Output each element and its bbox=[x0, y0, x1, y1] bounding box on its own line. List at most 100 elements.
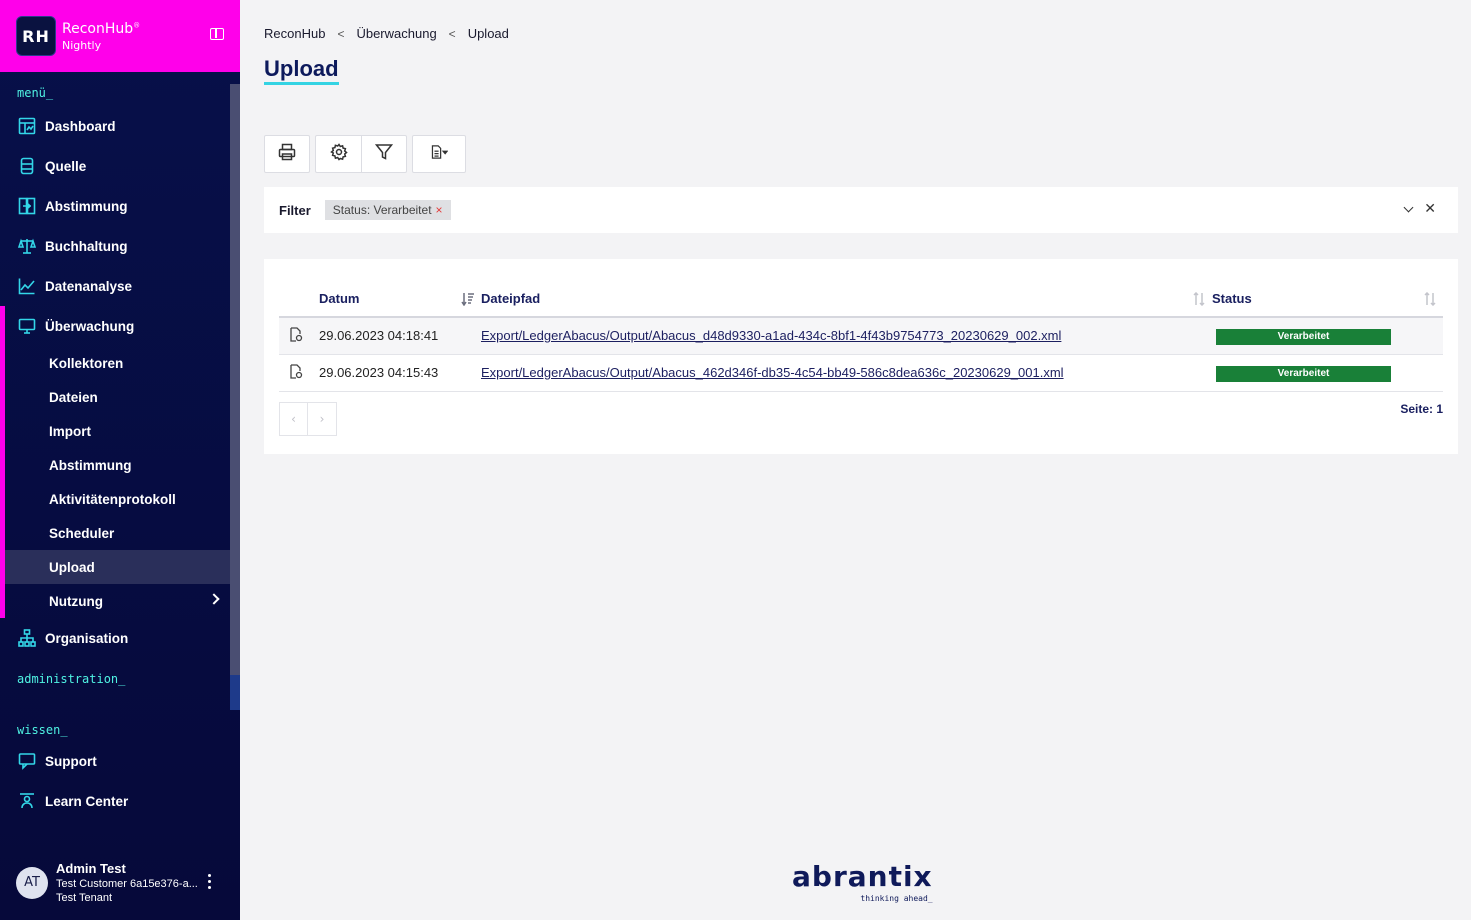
breadcrumb-item-reconhub[interactable]: ReconHub bbox=[264, 26, 325, 41]
sidebar-item-label: Organisation bbox=[45, 630, 129, 646]
sort-desc-icon[interactable] bbox=[461, 292, 475, 307]
sidebar: RH ReconHub® Nightly menü_ Dashboard Que… bbox=[0, 0, 240, 920]
sidebar-item-label: Learn Center bbox=[45, 793, 129, 809]
brand-logo[interactable]: RH bbox=[16, 16, 56, 56]
section-label-wissen: wissen_ bbox=[17, 723, 68, 737]
sidebar-item-abstimmung[interactable]: Abstimmung bbox=[0, 186, 240, 226]
column-label: Datum bbox=[319, 291, 360, 306]
export-document-icon bbox=[430, 143, 449, 165]
chevron-left-icon: < bbox=[448, 26, 456, 41]
sidebar-item-dashboard[interactable]: Dashboard bbox=[0, 106, 240, 146]
user-profile[interactable]: AT Admin Test Test Customer 6a15e376-a..… bbox=[16, 861, 198, 904]
avatar[interactable]: AT bbox=[16, 866, 48, 899]
section-label-administration: administration_ bbox=[17, 672, 126, 686]
filter-tag-label: Status: Verarbeitet bbox=[332, 203, 432, 217]
file-settings-icon[interactable] bbox=[289, 363, 303, 382]
user-name: Admin Test bbox=[56, 861, 126, 876]
sidebar-subitem-upload[interactable]: Upload bbox=[5, 550, 230, 584]
brand-name: ReconHub® bbox=[62, 20, 141, 37]
sidebar-item-quelle[interactable]: Quelle bbox=[0, 146, 240, 186]
sidebar-item-organisation[interactable]: Organisation bbox=[0, 618, 240, 658]
table-row[interactable]: 29.06.2023 04:15:43 Export/LedgerAbacus/… bbox=[279, 354, 1443, 392]
prev-page-button[interactable]: ‹ bbox=[279, 402, 308, 436]
sidebar-subitem-nutzung[interactable]: Nutzung bbox=[5, 584, 240, 618]
section-label-menu: menü_ bbox=[17, 86, 54, 100]
sidebar-group-ueberwachung: Überwachung Kollektoren Dateien Import A… bbox=[0, 306, 240, 618]
sidebar-subitem-abstimmung[interactable]: Abstimmung bbox=[5, 448, 240, 482]
filter-button[interactable] bbox=[361, 135, 407, 173]
reconcile-icon bbox=[17, 196, 37, 216]
sidebar-item-datenanalyse[interactable]: Datenanalyse bbox=[0, 266, 240, 306]
close-icon[interactable]: ✕ bbox=[1424, 201, 1436, 217]
file-settings-icon[interactable] bbox=[289, 327, 303, 345]
upload-table: Datum Dateipfad Status 29.06.2023 04:18:… bbox=[279, 281, 1443, 392]
sort-icon[interactable] bbox=[1192, 291, 1206, 307]
sidebar-subitem-kollektoren[interactable]: Kollektoren bbox=[5, 346, 240, 380]
sidebar-item-label: Datenanalyse bbox=[45, 278, 133, 294]
pagination: ‹ › bbox=[279, 402, 337, 436]
logo-name: abrantix bbox=[792, 860, 933, 893]
sidebar-item-learn-center[interactable]: Learn Center bbox=[0, 781, 240, 821]
collapse-sidebar-icon[interactable] bbox=[210, 28, 224, 40]
filter-label: Filter bbox=[279, 202, 311, 218]
brand-header: RH ReconHub® Nightly bbox=[0, 0, 240, 72]
breadcrumb-item-upload: Upload bbox=[467, 26, 509, 41]
sidebar-scrollbar[interactable] bbox=[230, 84, 240, 710]
sidebar-item-ueberwachung[interactable]: Überwachung bbox=[5, 306, 240, 346]
brand-edition: Nightly bbox=[62, 38, 102, 52]
table-header-datum[interactable]: Datum bbox=[319, 281, 481, 318]
print-button[interactable] bbox=[264, 135, 310, 173]
table-header-status[interactable]: Status bbox=[1212, 281, 1443, 318]
page-info: Seite: 1 bbox=[1400, 402, 1443, 416]
monitor-icon bbox=[17, 316, 37, 336]
sidebar-item-label: Dashboard bbox=[45, 118, 116, 134]
sidebar-item-support[interactable]: Support bbox=[0, 741, 240, 781]
filter-icon bbox=[374, 143, 394, 165]
table-header-dateipfad[interactable]: Dateipfad bbox=[481, 281, 1212, 318]
status-badge: Verarbeitet bbox=[1216, 365, 1391, 382]
sidebar-scrollbar-thumb[interactable] bbox=[230, 675, 240, 710]
chevron-down-icon[interactable] bbox=[1403, 202, 1414, 213]
logo-tagline: thinking ahead_ bbox=[860, 894, 933, 903]
abrantix-logo: abrantix thinking ahead_ bbox=[792, 860, 933, 904]
sidebar-subitem-import[interactable]: Import bbox=[5, 414, 240, 448]
sidebar-subitem-aktivitaetenprotokoll[interactable]: Aktivitätenprotokoll bbox=[5, 482, 240, 516]
sidebar-item-label: Quelle bbox=[45, 158, 87, 174]
sort-icon[interactable] bbox=[1423, 291, 1437, 307]
column-label: Dateipfad bbox=[481, 291, 541, 306]
filter-tag-status[interactable]: Status: Verarbeitet × bbox=[324, 200, 451, 220]
export-dropdown-button[interactable] bbox=[412, 135, 466, 173]
learn-center-icon bbox=[17, 791, 37, 811]
toolbar bbox=[264, 135, 471, 173]
user-tenant: Test Tenant bbox=[56, 892, 113, 904]
print-icon bbox=[278, 143, 296, 165]
cell-datum: 29.06.2023 04:18:41 bbox=[319, 317, 481, 355]
page-title: Upload bbox=[264, 56, 339, 85]
sidebar-subitem-dateien[interactable]: Dateien bbox=[5, 380, 240, 414]
support-chat-icon bbox=[17, 751, 37, 771]
org-chart-icon bbox=[17, 628, 37, 648]
upload-table-card: Datum Dateipfad Status 29.06.2023 04:18:… bbox=[264, 259, 1458, 454]
table-row[interactable]: 29.06.2023 04:18:41 Export/LedgerAbacus/… bbox=[279, 317, 1443, 355]
sidebar-item-buchhaltung[interactable]: Buchhaltung bbox=[0, 226, 240, 266]
column-label: Status bbox=[1212, 291, 1252, 306]
kebab-menu-icon[interactable] bbox=[208, 874, 212, 892]
breadcrumb-item-ueberwachung[interactable]: Überwachung bbox=[356, 26, 436, 41]
user-customer: Test Customer 6a15e376-a... bbox=[56, 878, 198, 890]
file-path-link[interactable]: Export/LedgerAbacus/Output/Abacus_462d34… bbox=[481, 365, 1064, 380]
next-page-button[interactable]: › bbox=[308, 402, 337, 436]
file-path-link[interactable]: Export/LedgerAbacus/Output/Abacus_d48d93… bbox=[481, 328, 1061, 343]
status-badge: Verarbeitet bbox=[1216, 328, 1391, 345]
sidebar-item-label: Überwachung bbox=[45, 318, 135, 334]
remove-filter-icon[interactable]: × bbox=[436, 203, 443, 217]
sidebar-item-label: Buchhaltung bbox=[45, 238, 128, 254]
main-content: ReconHub < Überwachung < Upload Upload F… bbox=[240, 0, 1471, 920]
table-header-icon bbox=[279, 281, 319, 318]
dashboard-icon bbox=[17, 116, 37, 136]
settings-icon bbox=[329, 143, 348, 165]
chevron-left-icon: < bbox=[337, 26, 345, 41]
sidebar-subitem-scheduler[interactable]: Scheduler bbox=[5, 516, 240, 550]
database-icon bbox=[17, 156, 37, 176]
scale-icon bbox=[17, 236, 37, 256]
settings-button[interactable] bbox=[315, 135, 361, 173]
